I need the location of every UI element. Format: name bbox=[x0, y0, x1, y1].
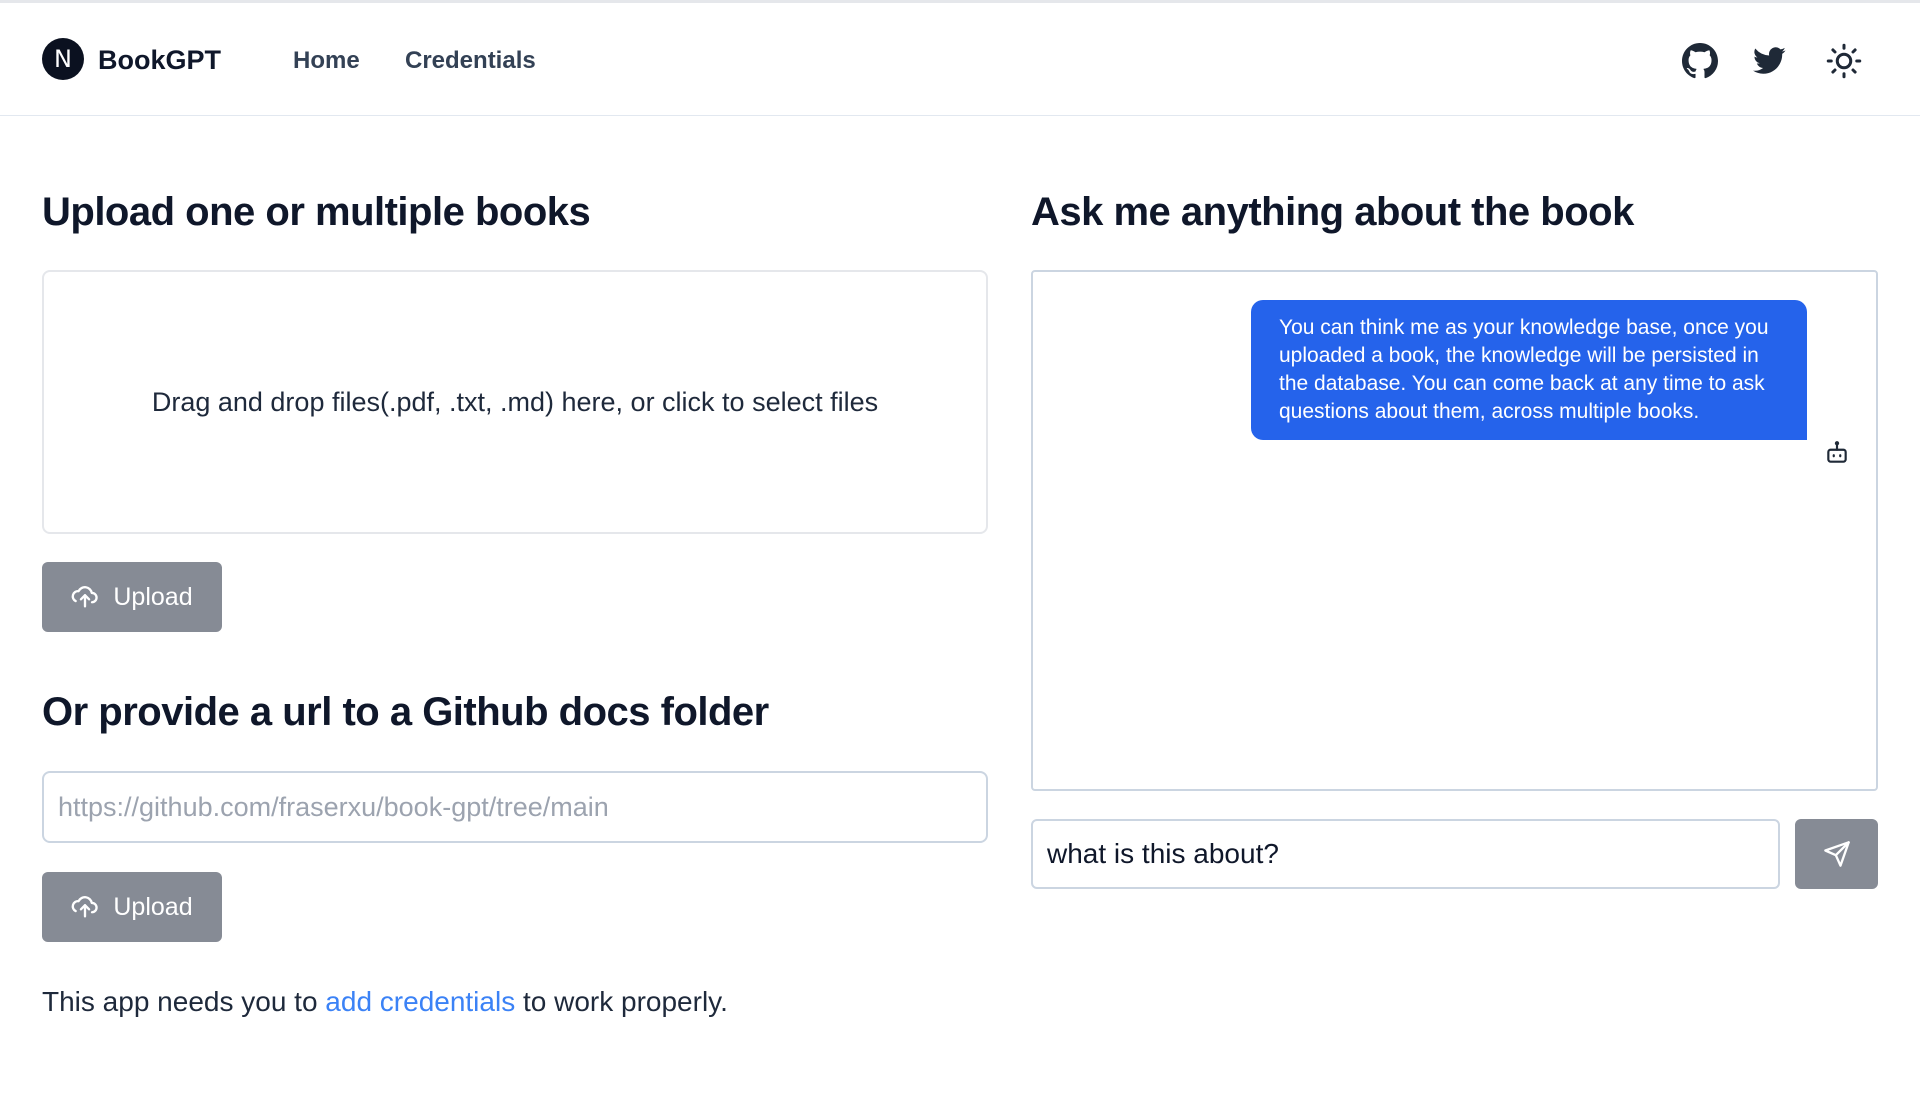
github-title: Or provide a url to a Github docs folder bbox=[42, 690, 769, 734]
upload-files-label: Upload bbox=[113, 582, 193, 611]
dropzone-text: Drag and drop files(.pdf, .txt, .md) her… bbox=[151, 386, 879, 417]
add-credentials-link[interactable]: add credentials bbox=[325, 986, 515, 1017]
logo-icon[interactable]: N bbox=[42, 38, 84, 80]
brand-name[interactable]: BookGPT bbox=[98, 45, 221, 76]
github-url-input[interactable] bbox=[42, 771, 988, 843]
upload-files-button[interactable]: Upload bbox=[42, 562, 222, 632]
cloud-upload-icon bbox=[71, 586, 99, 608]
sun-icon[interactable] bbox=[1826, 43, 1862, 79]
send-button[interactable] bbox=[1795, 819, 1878, 889]
note-suffix: to work properly. bbox=[515, 986, 728, 1017]
chat-input[interactable] bbox=[1031, 819, 1780, 889]
upload-url-label: Upload bbox=[113, 892, 193, 921]
chat-window[interactable]: You can think me as your knowledge base,… bbox=[1031, 270, 1878, 791]
bot-message: You can think me as your knowledge base,… bbox=[1251, 300, 1807, 440]
upload-url-button[interactable]: Upload bbox=[42, 872, 222, 942]
nav-home[interactable]: Home bbox=[293, 47, 360, 75]
robot-icon bbox=[1827, 441, 1847, 463]
github-icon[interactable] bbox=[1682, 43, 1718, 79]
send-icon bbox=[1823, 841, 1850, 867]
app-header: N BookGPT Home Credentials bbox=[0, 3, 1920, 116]
upload-title: Upload one or multiple books bbox=[42, 190, 591, 234]
cloud-upload-icon bbox=[71, 896, 99, 918]
file-dropzone[interactable]: Drag and drop files(.pdf, .txt, .md) her… bbox=[42, 270, 988, 534]
note-prefix: This app needs you to bbox=[42, 986, 326, 1017]
nav-credentials[interactable]: Credentials bbox=[405, 47, 536, 75]
twitter-icon[interactable] bbox=[1752, 43, 1788, 79]
credentials-note: This app needs you to add credentials to… bbox=[42, 986, 728, 1018]
chat-title: Ask me anything about the book bbox=[1031, 190, 1634, 234]
